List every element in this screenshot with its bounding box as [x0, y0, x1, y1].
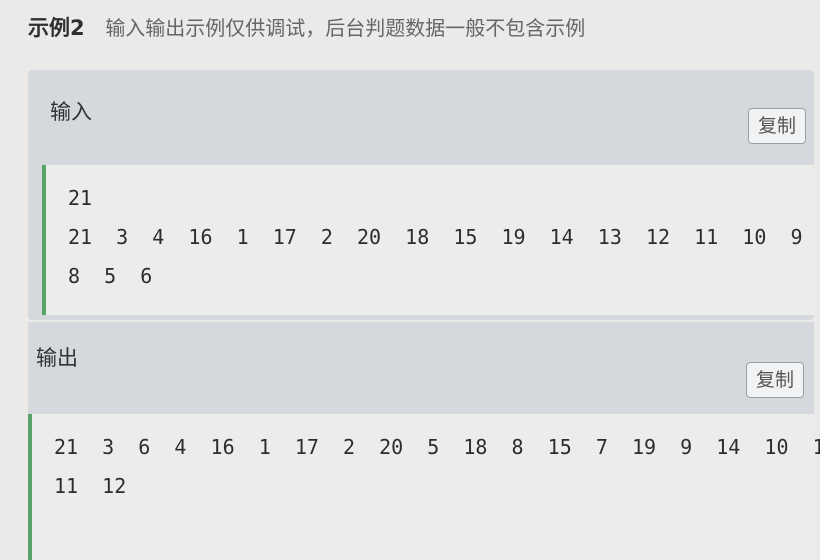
- output-label: 输出: [36, 346, 78, 370]
- example-note: 输入输出示例仅供调试，后台判题数据一般不包含示例: [105, 16, 586, 40]
- output-code[interactable]: 21 3 6 4 16 1 17 2 20 5 18 8 15 7 19 9 1…: [28, 414, 820, 560]
- example-header: 示例2 输入输出示例仅供调试，后台判题数据一般不包含示例: [28, 12, 585, 42]
- output-line: 21 3 6 4 16 1 17 2 20 5 18 8 15 7 19 9 1…: [54, 435, 820, 459]
- input-code[interactable]: 21 21 3 4 16 1 17 2 20 18 15 19 14 13 12…: [42, 165, 814, 315]
- input-label: 输入: [50, 100, 92, 124]
- input-block: 输入 复制 21 21 3 4 16 1 17 2 20 18 15 19 14…: [28, 70, 814, 320]
- input-line: 21 3 4 16 1 17 2 20 18 15 19 14 13 12 11…: [68, 225, 820, 249]
- example-title: 示例2: [28, 16, 85, 40]
- copy-input-button[interactable]: 复制: [748, 108, 806, 144]
- input-line: 21: [68, 186, 93, 210]
- copy-output-button[interactable]: 复制: [746, 362, 804, 398]
- output-block: 输出 复制 21 3 6 4 16 1 17 2 20 5 18 8 15 7 …: [28, 322, 820, 560]
- input-line: 8 5 6: [68, 264, 153, 288]
- output-line: 11 12: [54, 474, 127, 498]
